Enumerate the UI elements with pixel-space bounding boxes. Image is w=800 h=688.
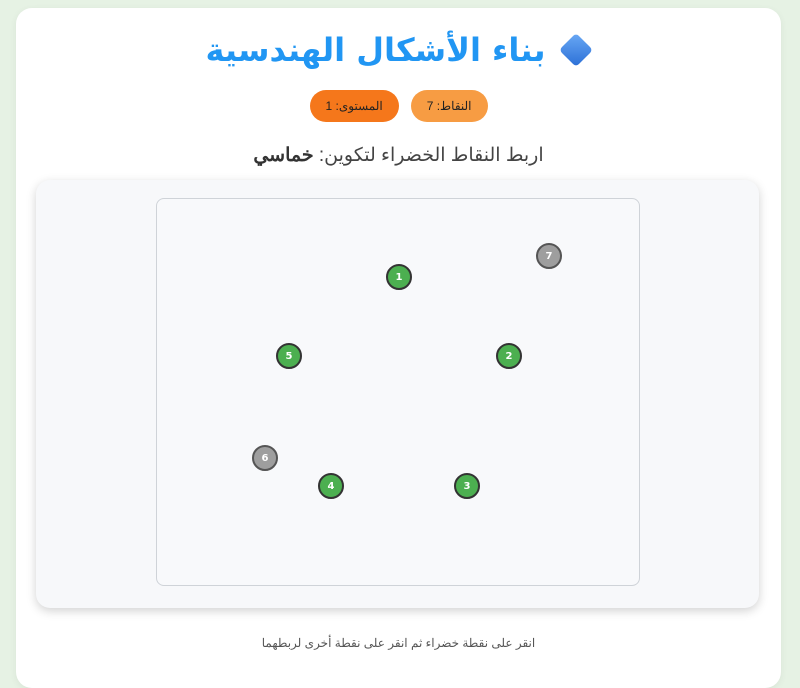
- target-shape-name: خماسي: [253, 145, 314, 166]
- game-board[interactable]: 1 2 3 4 5 6 7: [156, 198, 640, 586]
- point-label: 5: [285, 350, 293, 362]
- instruction-prefix: اربط النقاط الخضراء لتكوين:: [313, 145, 544, 166]
- point-1[interactable]: 1: [386, 264, 412, 290]
- point-2[interactable]: 2: [496, 343, 522, 369]
- point-4[interactable]: 4: [318, 473, 344, 499]
- point-label: 7: [545, 250, 553, 262]
- point-3[interactable]: 3: [454, 473, 480, 499]
- point-label: 2: [505, 350, 513, 362]
- title-row: بناء الأشكال الهندسية: [16, 30, 781, 70]
- point-label: 3: [463, 480, 471, 492]
- blue-diamond-icon: [558, 33, 593, 67]
- point-6[interactable]: 6: [252, 445, 278, 471]
- stats-badges: النقاط: 7 المستوى: 1: [16, 90, 781, 122]
- point-label: 1: [395, 271, 403, 283]
- point-5[interactable]: 5: [276, 343, 302, 369]
- point-7[interactable]: 7: [536, 243, 562, 269]
- score-badge: النقاط: 7: [410, 90, 488, 122]
- point-label: 6: [261, 452, 269, 464]
- point-label: 4: [327, 480, 335, 492]
- hint-text: انقر على نقطة خضراء ثم انقر على نقطة أخر…: [261, 636, 536, 650]
- board-container: 1 2 3 4 5 6 7: [36, 180, 759, 608]
- game-card: بناء الأشكال الهندسية النقاط: 7 المستوى:…: [16, 8, 781, 688]
- page-title: بناء الأشكال الهندسية: [205, 31, 546, 69]
- level-badge: المستوى: 1: [309, 90, 399, 122]
- instruction-text: اربط النقاط الخضراء لتكوين: خماسي: [16, 144, 781, 167]
